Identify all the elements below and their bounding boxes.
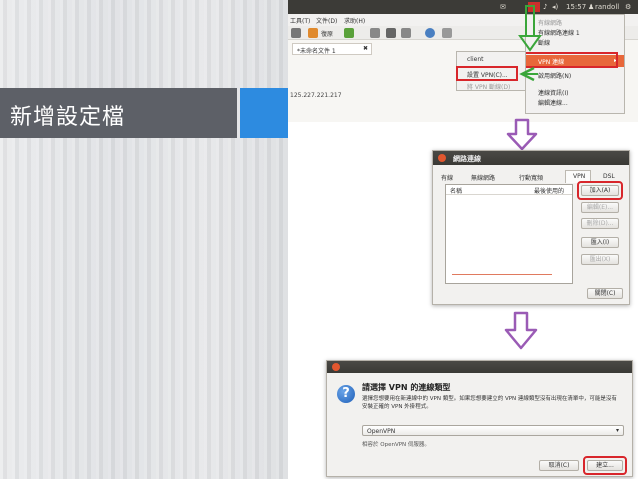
dialog-heading: 請選擇 VPN 的連線類型	[362, 383, 451, 392]
green-left-arrow-icon	[519, 66, 538, 82]
title-accent-block	[240, 88, 288, 138]
clock[interactable]: 15:57	[566, 3, 586, 11]
window-close-icon[interactable]	[332, 363, 340, 371]
tab-vpn[interactable]: VPN	[573, 173, 585, 180]
replace-icon[interactable]	[442, 28, 452, 38]
dialog-titlebar	[327, 361, 632, 373]
import-button[interactable]: 匯入(I)	[581, 237, 619, 248]
vpn-client-item[interactable]: client	[467, 56, 483, 63]
tab-wireless[interactable]: 無線網路	[471, 173, 495, 182]
menu-document[interactable]: 文件(D)	[316, 16, 337, 25]
tab-dsl[interactable]: DSL	[603, 173, 615, 180]
close-button[interactable]: 關閉(C)	[587, 288, 623, 299]
vpn-type-dialog: ? 請選擇 VPN 的連線類型 選擇您想要用在新連線中的 VPN 類型。如果您想…	[326, 360, 633, 477]
slide-title: 新增設定檔	[10, 105, 126, 130]
title-bar: 新增設定檔	[0, 88, 237, 138]
gear-icon[interactable]: ⚙	[625, 3, 631, 11]
document-tab[interactable]: *未命名文件 1 ✖	[292, 43, 372, 55]
tab-mobile[interactable]: 行動寬頻	[519, 173, 543, 182]
ip-address-text: 125.227.221.217	[290, 92, 342, 99]
purple-down-arrow-icon	[504, 311, 538, 350]
ubuntu-top-panel: ✉ ♪ ◂) 15:57 ♟ randoll ⚙	[288, 0, 638, 14]
copy-icon[interactable]	[386, 28, 396, 38]
scroll-indicator	[452, 274, 552, 275]
dialog-titlebar: 網路連線	[433, 151, 629, 165]
slide: 新增設定檔 ✉ ♪ ◂) 15:57 ♟ randoll ⚙ 工具(T) 文件(…	[0, 0, 638, 479]
undo-label[interactable]: 復原	[321, 29, 333, 38]
vpn-type-value: OpenVPN	[367, 428, 396, 435]
highlight-vpn-menu	[524, 52, 618, 68]
menu-wired-conn-1[interactable]: 有線網路連線 1	[538, 28, 580, 37]
redo-icon[interactable]	[344, 28, 354, 38]
highlight-add-button	[577, 181, 623, 200]
column-last-used[interactable]: 最後使用的	[534, 186, 564, 195]
highlight-create-button	[583, 456, 627, 475]
mail-icon[interactable]: ✉	[500, 3, 506, 11]
tab-wired[interactable]: 有線	[441, 173, 453, 182]
edit-button: 編輯(E)...	[581, 202, 619, 213]
cut-icon[interactable]	[370, 28, 380, 38]
highlight-configure-vpn	[456, 66, 518, 81]
document-tab-label: *未命名文件 1	[297, 48, 336, 55]
network-menu-screenshot: ✉ ♪ ◂) 15:57 ♟ randoll ⚙ 工具(T) 文件(D) 求助(…	[288, 0, 638, 122]
disconnect-vpn-item: 將 VPN 斷線(D)	[467, 84, 511, 91]
dropdown-arrow-icon: ▾	[615, 427, 619, 434]
window-close-icon[interactable]	[438, 154, 446, 162]
wood-background	[0, 0, 288, 479]
close-icon[interactable]: ✖	[363, 45, 368, 52]
compat-text: 相容於 OpenVPN 伺服器。	[362, 442, 430, 448]
question-icon: ?	[337, 385, 355, 403]
connection-list[interactable]: 名稱 最後使用的	[445, 184, 573, 284]
column-name[interactable]: 名稱	[450, 186, 462, 195]
dialog-description: 選擇您想要用在新連線中的 VPN 類型。如果您想要建立的 VPN 連線類型沒有出…	[362, 396, 617, 410]
purple-down-arrow-icon	[506, 118, 538, 151]
undo-icon[interactable]	[308, 28, 318, 38]
find-icon[interactable]	[425, 28, 435, 38]
vpn-type-select[interactable]: OpenVPN ▾	[362, 425, 624, 436]
menu-tools[interactable]: 工具(T)	[290, 16, 310, 25]
delete-button: 刪除(D)...	[581, 218, 619, 229]
cancel-button[interactable]: 取消(C)	[539, 460, 579, 471]
menu-connection-info[interactable]: 連線資訊(I)	[538, 88, 568, 97]
menu-enable-networking[interactable]: 啟用網路(N)	[538, 71, 571, 80]
print-icon[interactable]	[291, 28, 301, 38]
dialog-title: 網路連線	[453, 155, 481, 163]
speaker-icon[interactable]: ♪	[543, 3, 547, 11]
sound-icon[interactable]: ◂)	[552, 3, 558, 11]
user-name[interactable]: randoll	[595, 3, 619, 11]
green-down-arrow-icon	[518, 5, 542, 52]
menu-help[interactable]: 求助(H)	[344, 16, 365, 25]
menu-edit-connections[interactable]: 編輯連線...	[538, 98, 568, 107]
export-button: 匯出(X)	[581, 254, 619, 265]
paste-icon[interactable]	[401, 28, 411, 38]
network-connections-dialog: 網路連線 有線 無線網路 行動寬頻 VPN DSL 名稱 最後使用的 加入(A)…	[432, 150, 630, 305]
list-header: 名稱 最後使用的	[446, 185, 572, 195]
user-icon: ♟	[588, 3, 595, 11]
